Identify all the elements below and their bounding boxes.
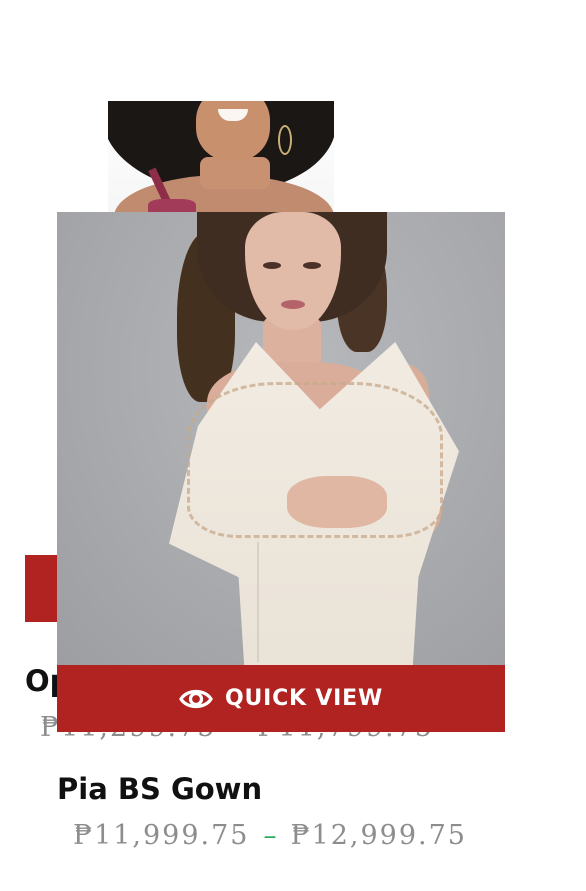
product-image-front[interactable] [57,212,505,665]
product-image-back[interactable] [108,101,334,212]
product-title-front[interactable]: Pia BS Gown [57,772,262,806]
price-min: ₱11,999.75 [73,820,250,851]
photo-eye-right [303,262,321,269]
photo-eye-left [263,262,281,269]
photo-lips [281,300,305,309]
price-max: ₱12,999.75 [290,820,467,851]
eye-icon [179,687,213,711]
product-price-front: ₱11,999.75 – ₱12,999.75 [73,820,467,851]
photo-skirt-fold [257,542,259,662]
photo-dress [148,199,196,212]
photo-earring [278,125,292,155]
quick-view-label: QUICK VIEW [224,686,384,711]
quick-view-button-front[interactable]: QUICK VIEW [57,665,505,732]
photo-hands [287,476,387,528]
photo-neck [200,157,270,189]
price-separator: – [263,820,277,851]
